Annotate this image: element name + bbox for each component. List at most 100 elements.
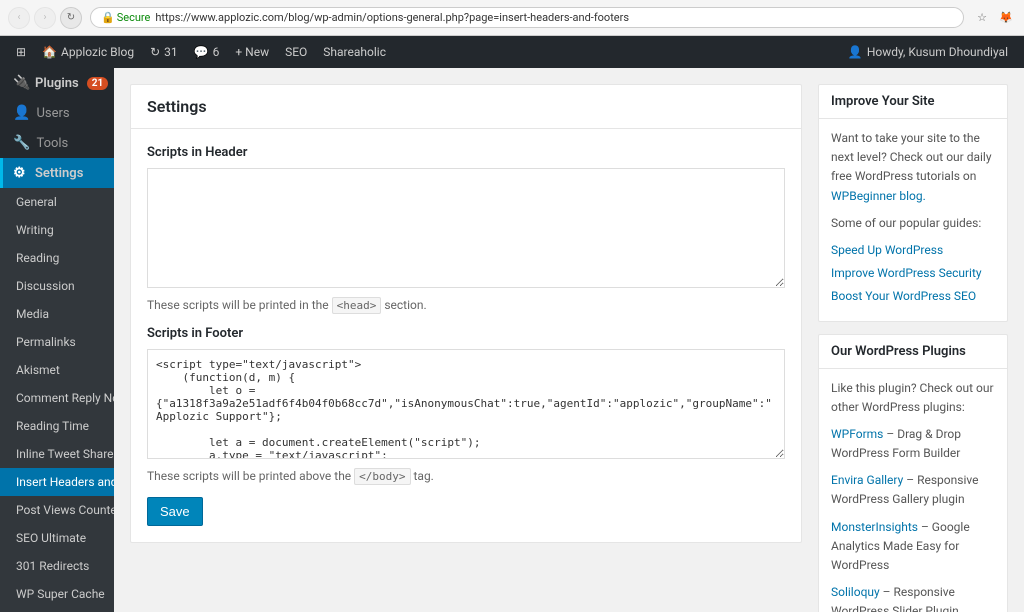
comments-count: 6 xyxy=(213,45,220,59)
sidebar-item-reading-time[interactable]: Reading Time xyxy=(0,412,114,440)
shareaholic-item[interactable]: Shareaholic xyxy=(315,36,394,68)
address-bar[interactable]: 🔒 Secure https://www.applozic.com/blog/w… xyxy=(90,7,964,28)
sidebar-item-wp-popular[interactable]: WordPress Popular Posts xyxy=(0,608,114,612)
nav-buttons: ‹ › ↻ xyxy=(8,7,82,29)
reading-label: Reading xyxy=(16,251,59,265)
plugins-intro: Like this plugin? Check out our other Wo… xyxy=(831,379,995,417)
settings-title: Settings xyxy=(131,85,801,129)
improve-widget: Improve Your Site Want to take your site… xyxy=(818,84,1008,322)
plugins-icon: 🔌 xyxy=(13,75,29,91)
improve-widget-title: Improve Your Site xyxy=(819,85,1007,119)
settings-icon: ⚙ xyxy=(13,165,29,181)
sidebar-item-301[interactable]: 301 Redirects xyxy=(0,552,114,580)
reload-button[interactable]: ↻ xyxy=(60,7,82,29)
general-label: General xyxy=(16,195,57,209)
right-sidebar: Improve Your Site Want to take your site… xyxy=(818,84,1008,596)
sidebar-plugins-label: Plugins xyxy=(35,76,79,91)
back-button[interactable]: ‹ xyxy=(8,7,30,29)
akismet-label: Akismet xyxy=(16,363,60,377)
sidebar-item-akismet[interactable]: Akismet xyxy=(0,356,114,384)
save-button[interactable]: Save xyxy=(147,497,203,526)
wpforms-entry: WPForms – Drag & Drop WordPress Form Bui… xyxy=(831,425,995,463)
user-greeting-text: Howdy, Kusum Dhoundiyal xyxy=(867,45,1008,59)
media-label: Media xyxy=(16,307,49,321)
seo-ultimate-label: SEO Ultimate xyxy=(16,531,86,545)
seo-label: SEO xyxy=(285,45,307,59)
sidebar-settings-label: Settings xyxy=(35,166,83,181)
plugins-widget-body: Like this plugin? Check out our other Wo… xyxy=(819,369,1007,612)
sidebar-item-general[interactable]: General xyxy=(0,188,114,216)
soliloquy-entry: Soliloquy – Responsive WordPress Slider … xyxy=(831,583,995,612)
site-name-label: Applozic Blog xyxy=(61,45,134,59)
security-link[interactable]: Improve WordPress Security xyxy=(831,264,995,283)
wpbeginner-link[interactable]: WPBeginner blog. xyxy=(831,189,926,203)
sidebar-item-settings[interactable]: ⚙ Settings xyxy=(0,158,114,188)
post-views-label: Post Views Counter xyxy=(16,503,114,517)
seo-link[interactable]: Boost Your WordPress SEO xyxy=(831,287,995,306)
main-content: Settings Scripts in Header These scripts… xyxy=(130,84,802,596)
sidebar-item-users[interactable]: 👤 Users xyxy=(0,98,114,128)
envira-link[interactable]: Envira Gallery xyxy=(831,473,903,487)
comments-item[interactable]: 💬 6 xyxy=(186,36,228,68)
header-note-suffix: section. xyxy=(384,298,426,312)
sidebar-item-inline-tweet[interactable]: Inline Tweet Sharer xyxy=(0,440,114,468)
secure-badge: 🔒 Secure xyxy=(101,11,150,24)
updates-item[interactable]: ↻ 31 xyxy=(142,36,186,68)
sidebar-item-seo-ultimate[interactable]: SEO Ultimate xyxy=(0,524,114,552)
soliloquy-link[interactable]: Soliloquy xyxy=(831,585,880,599)
shareaholic-label: Shareaholic xyxy=(323,45,386,59)
monsterinsights-link[interactable]: MonsterInsights xyxy=(831,520,918,534)
user-greeting[interactable]: 👤 Howdy, Kusum Dhoundiyal xyxy=(840,45,1016,59)
sidebar-item-discussion[interactable]: Discussion xyxy=(0,272,114,300)
wp-logo-item[interactable]: ⊞ xyxy=(8,36,34,68)
forward-button[interactable]: › xyxy=(34,7,56,29)
site-icon: 🏠 xyxy=(42,45,57,59)
new-item[interactable]: + New xyxy=(227,36,277,68)
envira-entry: Envira Gallery – Responsive WordPress Ga… xyxy=(831,471,995,509)
firefox-icon: 🦊 xyxy=(996,8,1016,28)
reading-time-label: Reading Time xyxy=(16,419,89,433)
redirects-label: 301 Redirects xyxy=(16,559,89,573)
browser-chrome: ‹ › ↻ 🔒 Secure https://www.applozic.com/… xyxy=(0,0,1024,36)
secure-label: Secure xyxy=(117,11,151,24)
seo-item[interactable]: SEO xyxy=(277,36,315,68)
sidebar-item-comment-reply[interactable]: Comment Reply Notification xyxy=(0,384,114,412)
body-tag-code: </body> xyxy=(354,468,410,485)
settings-body: Scripts in Header These scripts will be … xyxy=(131,129,801,542)
sidebar-tools-label: Tools xyxy=(36,136,68,151)
footer-section-note: These scripts will be printed above the … xyxy=(147,469,785,483)
site-name-item[interactable]: 🏠 Applozic Blog xyxy=(34,36,142,68)
insert-headers-label: Insert Headers and Footers xyxy=(16,475,114,489)
writing-label: Writing xyxy=(16,223,54,237)
sidebar-item-wp-super-cache[interactable]: WP Super Cache xyxy=(0,580,114,608)
head-tag-code: <head> xyxy=(332,297,382,314)
plugins-widget: Our WordPress Plugins Like this plugin? … xyxy=(818,334,1008,612)
footer-note-prefix: These scripts will be printed above the xyxy=(147,469,354,483)
comments-icon: 💬 xyxy=(194,45,209,59)
sidebar-item-permalinks[interactable]: Permalinks xyxy=(0,328,114,356)
url-text: https://www.applozic.com/blog/wp-admin/o… xyxy=(155,11,629,24)
sidebar-item-writing[interactable]: Writing xyxy=(0,216,114,244)
bookmark-icon[interactable]: ☆ xyxy=(972,8,992,28)
sidebar: 🔌 Plugins 21 👤 Users 🔧 Tools ⚙ Settings … xyxy=(0,68,114,612)
sidebar-item-tools[interactable]: 🔧 Tools xyxy=(0,128,114,158)
sidebar-menu: 🔌 Plugins 21 👤 Users 🔧 Tools ⚙ Settings … xyxy=(0,68,114,612)
header-note-prefix: These scripts will be printed in the xyxy=(147,298,332,312)
wpforms-link[interactable]: WPForms xyxy=(831,427,883,441)
improve-widget-body: Want to take your site to the next level… xyxy=(819,119,1007,321)
discussion-label: Discussion xyxy=(16,279,75,293)
header-scripts-textarea[interactable] xyxy=(147,168,785,288)
footer-scripts-textarea[interactable]: <script type="text/javascript"> (functio… xyxy=(147,349,785,459)
user-icon: 👤 xyxy=(848,45,863,59)
inline-tweet-label: Inline Tweet Sharer xyxy=(16,447,114,461)
sidebar-item-reading[interactable]: Reading xyxy=(0,244,114,272)
speed-link[interactable]: Speed Up WordPress xyxy=(831,241,995,260)
settings-panel: Settings Scripts in Header These scripts… xyxy=(130,84,802,543)
plugins-badge: 21 xyxy=(87,77,108,90)
popular-guides-label: Some of our popular guides: xyxy=(831,214,995,233)
sidebar-item-plugins[interactable]: 🔌 Plugins 21 xyxy=(0,68,114,98)
sidebar-item-post-views[interactable]: Post Views Counter xyxy=(0,496,114,524)
sidebar-item-insert-headers[interactable]: Insert Headers and Footers xyxy=(0,468,114,496)
users-icon: 👤 xyxy=(13,105,30,121)
sidebar-item-media[interactable]: Media xyxy=(0,300,114,328)
